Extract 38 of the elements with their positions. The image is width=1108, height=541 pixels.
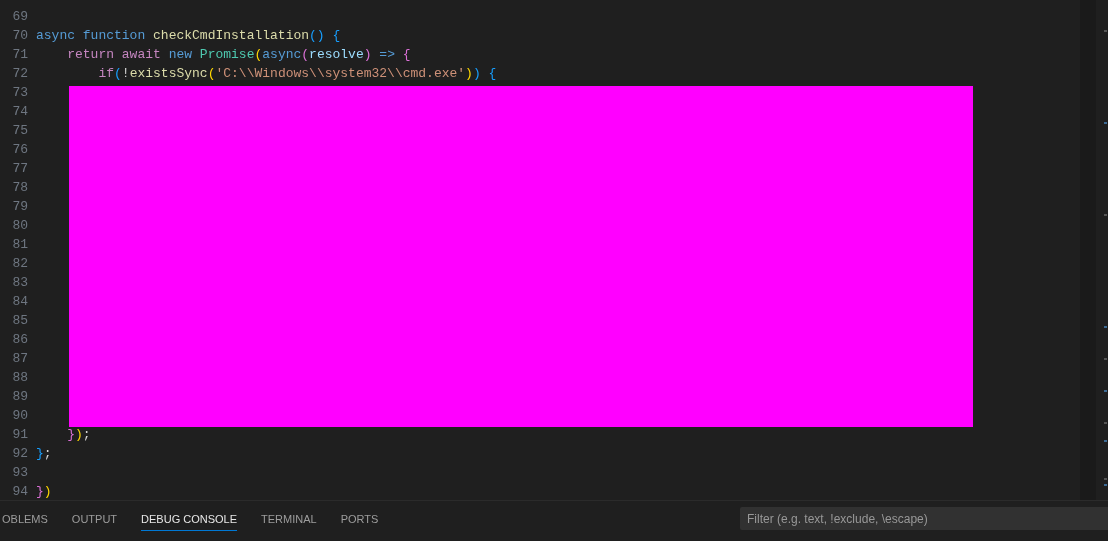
line-number: 83 [11, 275, 28, 290]
panel-tab[interactable]: OBLEMS [2, 509, 48, 531]
code-line: return await new Promise(async(resolve) => { [66, 46, 411, 64]
line-number: 90 [11, 408, 28, 423]
code-line: }) [36, 483, 52, 500]
line-number: 80 [11, 218, 28, 233]
filter-input[interactable]: Filter (e.g. text, !exclude, \escape) [740, 507, 1108, 530]
line-number: 75 [11, 123, 28, 138]
line-number: 89 [11, 389, 28, 404]
panel-tab[interactable]: TERMINAL [261, 509, 317, 531]
line-number: 92 [11, 446, 28, 461]
panel-tab[interactable]: PORTS [340, 509, 379, 531]
line-number: 93 [11, 465, 28, 480]
line-number: 87 [11, 351, 28, 366]
line-number: 76 [11, 142, 28, 157]
line-number: 82 [11, 256, 28, 271]
line-number: 88 [11, 370, 28, 385]
line-number: 71 [11, 47, 28, 62]
line-number: 70 [11, 28, 28, 43]
line-number: 73 [11, 85, 28, 100]
line-number: 84 [11, 294, 28, 309]
code-line: }); [66, 426, 91, 444]
line-number: 85 [11, 313, 28, 328]
code-line: if(!existsSync('C:\\Windows\\system32\\cmd.exe')) { [97, 65, 497, 83]
line-number: 79 [11, 199, 28, 214]
code-line: async function checkCmdInstallation() { [36, 27, 341, 45]
line-number: 91 [11, 427, 28, 442]
line-number: 69 [11, 9, 28, 24]
line-number: 86 [11, 332, 28, 347]
line-number: 94 [11, 484, 28, 499]
line-number: 77 [11, 161, 28, 176]
line-number: 81 [11, 237, 28, 252]
line-number: 78 [11, 180, 28, 195]
line-number: 72 [11, 66, 28, 81]
panel-tab[interactable]: OUTPUT [71, 509, 118, 531]
code-line: }; [36, 445, 52, 463]
line-number: 74 [11, 104, 28, 119]
panel-tab[interactable]: DEBUG CONSOLE [141, 509, 238, 531]
